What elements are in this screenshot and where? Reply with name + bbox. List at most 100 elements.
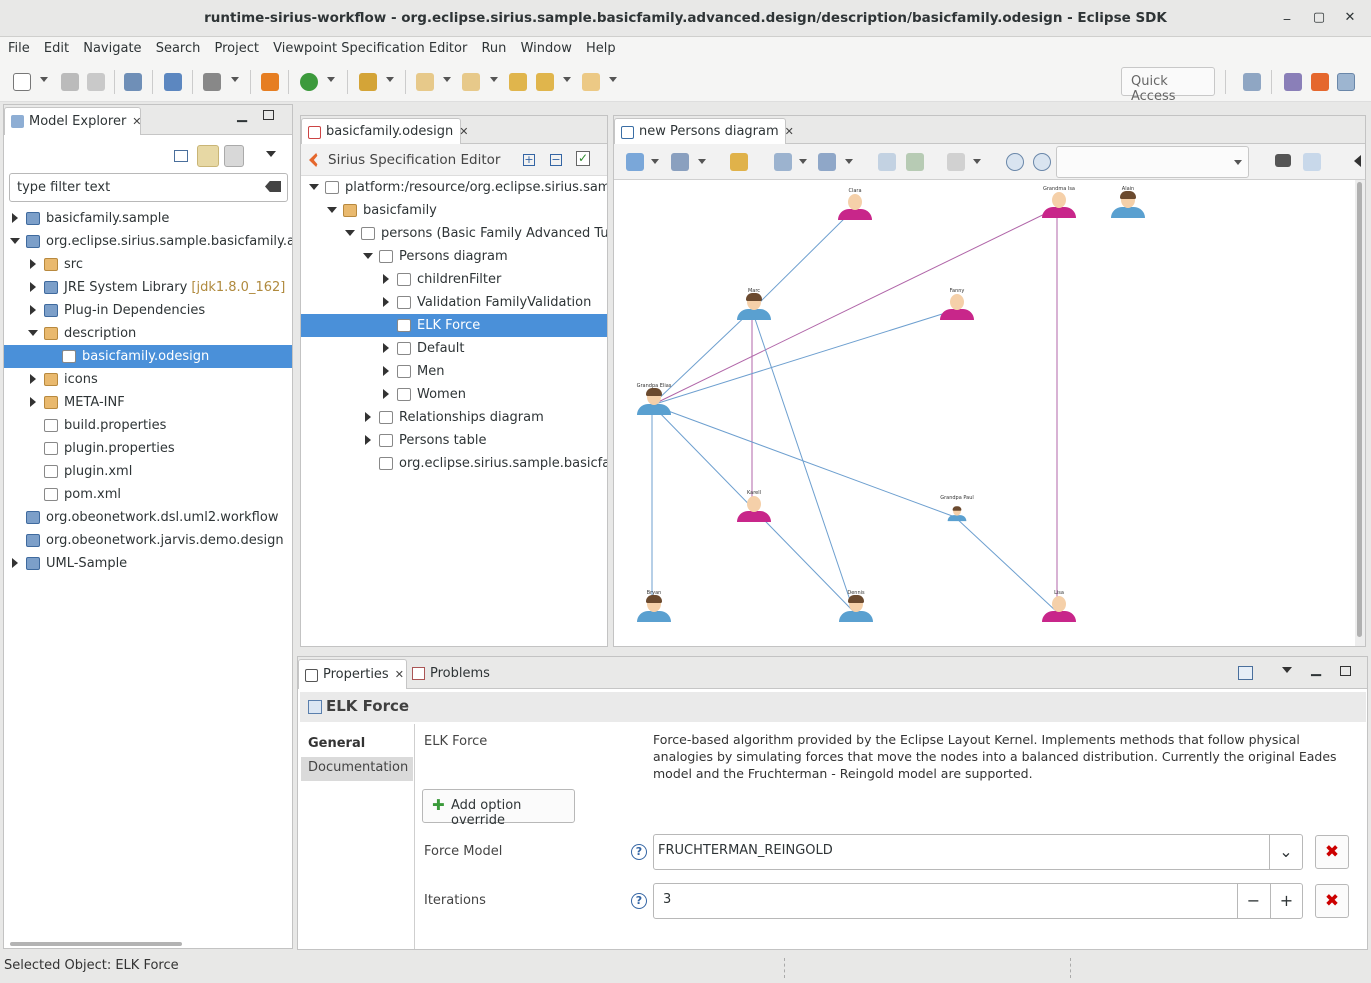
menu-project[interactable]: Project <box>207 37 259 56</box>
menu-search[interactable]: Search <box>148 37 201 56</box>
new-dropdown-icon[interactable] <box>40 77 48 82</box>
next-edit-dropdown-icon[interactable] <box>443 77 451 82</box>
tab-new-persons-diagram[interactable]: new Persons diagram ✕ <box>614 118 794 144</box>
save-all-icon[interactable] <box>87 73 105 91</box>
menu-navigate[interactable]: Navigate <box>75 37 141 56</box>
java-perspective-icon[interactable] <box>1284 73 1302 91</box>
new-icon[interactable] <box>13 73 31 91</box>
odesign-tree-item[interactable]: Validation FamilyValidation <box>301 291 607 314</box>
odesign-tree-item[interactable]: Women <box>301 383 607 406</box>
chevron-down-icon[interactable]: ⌄ <box>1269 835 1302 869</box>
annotation-dropdown-icon[interactable] <box>231 77 239 82</box>
force-model-select[interactable]: FRUCHTERMAN_REINGOLD <box>653 834 1303 870</box>
minimize-view-icon[interactable]: ▁ <box>1311 662 1321 677</box>
paste-dropdown-icon[interactable] <box>973 159 981 164</box>
person-node[interactable]: Karell <box>734 490 774 522</box>
person-node[interactable]: Clara <box>835 188 875 220</box>
model-explorer-tree-item[interactable]: JRE System Library [jdk1.8.0_162] <box>4 276 292 299</box>
zoom-in-icon[interactable] <box>1006 153 1024 171</box>
model-explorer-tree-item[interactable]: META-INF <box>4 391 292 414</box>
person-node[interactable]: Grandpa Paul <box>937 495 977 527</box>
filters-dropdown-icon[interactable] <box>845 159 853 164</box>
link-with-editor-icon[interactable] <box>197 145 219 167</box>
diagram-canvas[interactable]: Clara Grandma Isa Alain Marc Fanny Grandpa El… <box>614 180 1354 646</box>
maximize-view-icon[interactable] <box>263 110 274 120</box>
chevron-right-icon[interactable] <box>383 297 389 307</box>
model-explorer-tree-item[interactable]: UML-Sample <box>4 552 292 575</box>
view-menu-icon[interactable] <box>1282 667 1292 673</box>
odesign-tree-item[interactable]: ELK Force <box>301 314 607 337</box>
menu-file[interactable]: File <box>0 37 30 56</box>
person-node[interactable]: Marc <box>734 288 774 320</box>
person-node[interactable]: Bryan <box>634 590 674 622</box>
pin-icon[interactable] <box>906 153 924 171</box>
chevron-right-icon[interactable] <box>30 282 36 292</box>
sirius-perspective-icon[interactable] <box>1311 73 1329 91</box>
side-tab-documentation[interactable]: Documentation <box>301 757 413 781</box>
chevron-right-icon[interactable] <box>383 274 389 284</box>
help-icon[interactable]: ? <box>631 844 647 860</box>
run-dropdown-icon[interactable] <box>327 77 335 82</box>
validate-icon[interactable]: ✓ <box>576 151 590 166</box>
expand-all-icon[interactable]: + <box>523 154 535 166</box>
menu-edit[interactable]: Edit <box>36 37 69 56</box>
chevron-down-icon[interactable] <box>10 238 20 244</box>
chevron-down-icon[interactable] <box>28 330 38 336</box>
sort-icon[interactable] <box>224 145 244 167</box>
tab-basicfamily-odesign[interactable]: basicfamily.odesign ✕ <box>301 118 468 144</box>
chevron-right-icon[interactable] <box>383 389 389 399</box>
chevron-right-icon[interactable] <box>12 213 18 223</box>
menu-window[interactable]: Window <box>513 37 572 56</box>
next-edit-icon[interactable] <box>416 73 434 91</box>
odesign-tree-item[interactable]: childrenFilter <box>301 268 607 291</box>
vertical-scrollbar[interactable] <box>1355 180 1365 646</box>
pin-view-icon[interactable] <box>1238 666 1253 680</box>
previous-edit-dropdown-icon[interactable] <box>490 77 498 82</box>
run-icon[interactable] <box>300 73 318 91</box>
forward-icon[interactable] <box>582 73 600 91</box>
odesign-tree-item[interactable]: Default <box>301 337 607 360</box>
person-node[interactable]: Lisa <box>1039 590 1079 622</box>
odesign-tree-item[interactable]: org.eclipse.sirius.sample.basicfamily.ad… <box>301 452 607 475</box>
external-tools-icon[interactable] <box>359 73 377 91</box>
open-type-icon[interactable] <box>164 73 182 91</box>
maximize-view-icon[interactable] <box>1340 666 1351 676</box>
palette-toggle-icon[interactable] <box>1354 155 1361 167</box>
model-explorer-tree-item[interactable]: Plug-in Dependencies <box>4 299 292 322</box>
minimize-icon[interactable]: _ <box>1278 5 1296 23</box>
person-node[interactable]: Dennis <box>836 590 876 622</box>
model-explorer-tree-item[interactable]: basicfamily.sample <box>4 207 292 230</box>
next-annotation-icon[interactable] <box>203 73 221 91</box>
zoom-combo-dropdown-icon[interactable] <box>1234 160 1242 165</box>
model-explorer-tree-item[interactable]: src <box>4 253 292 276</box>
remove-force-model-button[interactable]: ✖ <box>1315 835 1349 869</box>
chevron-right-icon[interactable] <box>383 343 389 353</box>
model-explorer-tree-item[interactable]: pom.xml <box>4 483 292 506</box>
paste-format-icon[interactable] <box>947 153 965 171</box>
layers-icon[interactable] <box>774 153 792 171</box>
new-project-icon[interactable] <box>124 73 142 91</box>
maximize-icon[interactable]: ▢ <box>1310 9 1328 27</box>
external-tools-dropdown-icon[interactable] <box>386 77 394 82</box>
back-icon[interactable] <box>536 73 554 91</box>
iterations-spinner[interactable]: 3 <box>653 883 1303 919</box>
odesign-tree-item[interactable]: platform:/resource/org.eclipse.sirius.sa… <box>301 176 607 199</box>
model-explorer-tree-item[interactable]: org.obeonetwork.jarvis.demo.design <box>4 529 292 552</box>
close-tab-icon[interactable]: ✕ <box>395 668 404 681</box>
collapse-all-icon[interactable] <box>174 150 188 162</box>
tab-model-explorer[interactable]: Model Explorer ✕ <box>4 107 142 135</box>
arrange-all-icon[interactable] <box>626 153 644 171</box>
model-explorer-tree-item[interactable]: plugin.xml <box>4 460 292 483</box>
chevron-right-icon[interactable] <box>365 412 371 422</box>
view-menu-icon[interactable] <box>266 151 276 157</box>
model-explorer-tree-item[interactable]: basicfamily.odesign <box>4 345 292 368</box>
chevron-right-icon[interactable] <box>365 435 371 445</box>
person-node[interactable]: Grandma Isa <box>1039 186 1079 218</box>
menu-help[interactable]: Help <box>578 37 616 56</box>
help-icon[interactable]: ? <box>631 893 647 909</box>
sirius-icon[interactable] <box>261 73 279 91</box>
previous-edit-icon[interactable] <box>462 73 480 91</box>
arrange-dropdown-icon[interactable] <box>651 159 659 164</box>
side-tab-general[interactable]: General <box>301 733 413 756</box>
chevron-right-icon[interactable] <box>30 305 36 315</box>
